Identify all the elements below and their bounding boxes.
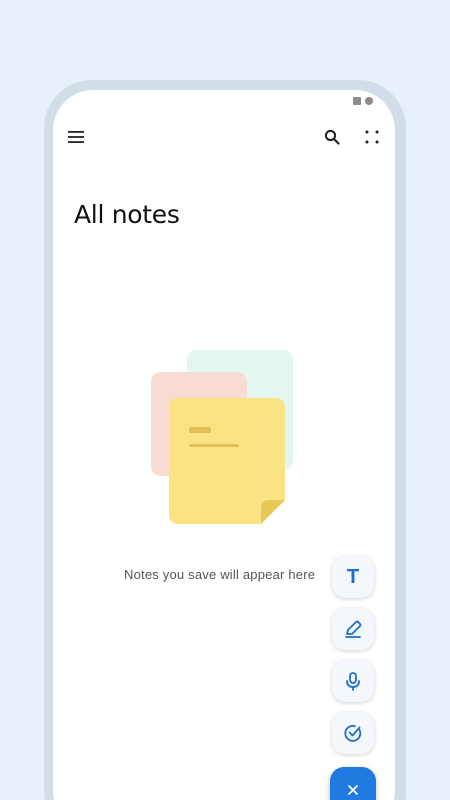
checklist-icon xyxy=(344,724,362,742)
search-icon xyxy=(324,129,340,145)
new-drawing-button[interactable] xyxy=(332,608,374,650)
app-bar xyxy=(53,120,395,156)
new-text-note-button[interactable]: T xyxy=(332,556,374,598)
microphone-icon xyxy=(346,672,360,691)
empty-notes-illustration-icon xyxy=(151,350,293,524)
battery-icon xyxy=(365,97,373,105)
more-options-button[interactable] xyxy=(359,124,385,150)
new-checklist-button[interactable] xyxy=(332,712,374,754)
hamburger-menu-icon xyxy=(68,131,84,143)
grid-dots-icon xyxy=(365,130,379,144)
new-voice-note-button[interactable] xyxy=(332,660,374,702)
empty-state-message: Notes you save will appear here xyxy=(124,567,316,582)
search-button[interactable] xyxy=(319,124,345,150)
signal-icon xyxy=(353,97,361,105)
text-note-icon: T xyxy=(346,565,360,588)
close-fab-menu-button[interactable] xyxy=(330,767,376,800)
page-title: All notes xyxy=(74,200,180,229)
menu-button[interactable] xyxy=(63,124,89,150)
status-bar xyxy=(353,97,373,105)
phone-screen: All notes Notes you save will appear her… xyxy=(53,90,395,800)
close-icon xyxy=(348,785,358,795)
screenshot-stage: All notes Notes you save will appear her… xyxy=(0,0,450,800)
pen-drawing-icon xyxy=(345,620,362,638)
